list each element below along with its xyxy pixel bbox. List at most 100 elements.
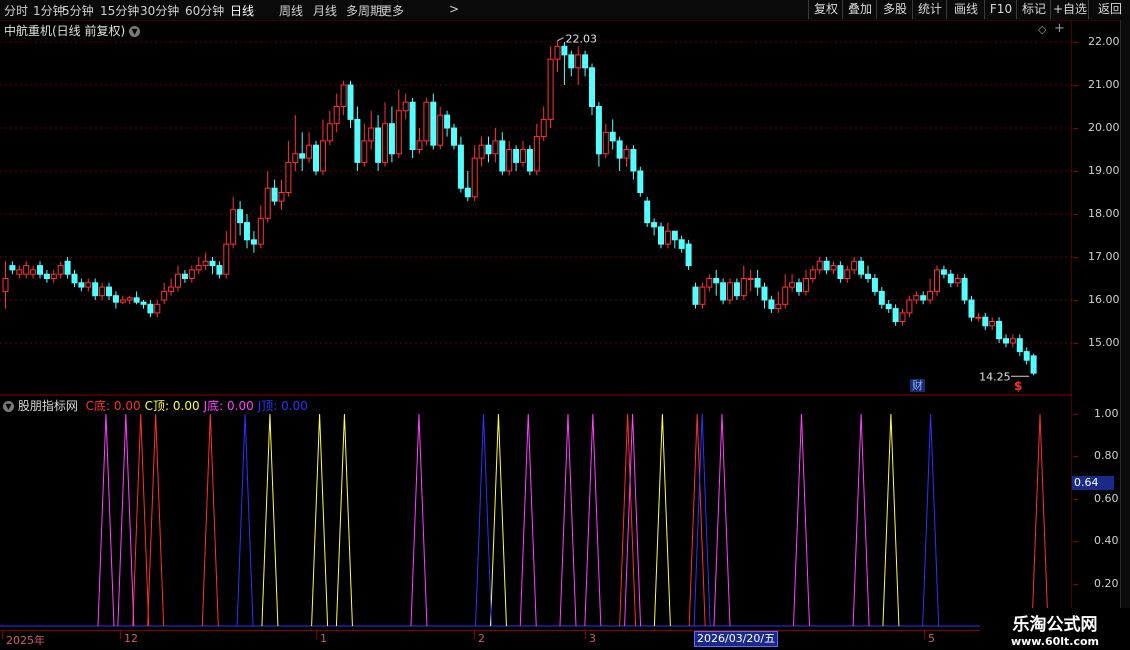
period-tab-6[interactable]: 日线 <box>230 2 254 19</box>
candle <box>223 231 230 279</box>
candle <box>740 265 747 300</box>
candle <box>575 46 582 85</box>
candle <box>119 295 126 305</box>
time-axis: 2025年 12 1 2 3 5 2026/03/20/五 <box>0 630 1130 650</box>
toolbar-button-3[interactable]: 统计 <box>912 0 947 19</box>
candle <box>706 274 713 292</box>
price-tick <box>1073 257 1078 258</box>
candle <box>106 282 112 300</box>
candle <box>816 257 823 275</box>
indicator-spike <box>236 413 254 627</box>
candle <box>796 278 802 296</box>
price-tick-label: 16.00 <box>1088 293 1120 306</box>
period-tab-3[interactable]: 15分钟 <box>100 2 139 19</box>
candle <box>713 269 720 296</box>
candle <box>1009 334 1016 348</box>
period-tab-1[interactable]: 1分钟 <box>33 2 65 19</box>
candle <box>85 278 92 292</box>
candle <box>837 261 844 283</box>
candle <box>699 282 706 309</box>
candle <box>968 295 975 322</box>
candle <box>250 231 257 253</box>
candle <box>637 166 644 197</box>
candle <box>540 106 547 141</box>
candle <box>78 278 85 292</box>
toolbar-button-8[interactable]: 返回 <box>1088 0 1130 19</box>
candle <box>975 312 982 322</box>
dollar-marker[interactable]: $ <box>1014 379 1022 393</box>
period-tab-9[interactable]: 多周期 <box>346 2 382 19</box>
candle <box>92 278 99 300</box>
time-label-1: 12 <box>124 632 138 645</box>
toolbar-button-7[interactable]: +自选 <box>1050 0 1089 19</box>
candle <box>609 119 616 150</box>
price-tick <box>1073 171 1078 172</box>
candle <box>961 274 968 305</box>
indicator-spike <box>132 413 150 627</box>
candle <box>789 274 796 292</box>
candle <box>906 295 913 318</box>
candle <box>499 132 506 176</box>
time-axis-line <box>0 630 980 631</box>
candle <box>99 282 106 300</box>
indicator-tick <box>1073 583 1078 585</box>
period-tab-8[interactable]: 月线 <box>313 2 337 19</box>
indicator-spike <box>117 413 135 627</box>
axis-scrollbar[interactable] <box>1120 396 1130 608</box>
axis-scrollbar[interactable] <box>1120 20 1130 396</box>
price-tick-label: 17.00 <box>1088 250 1120 263</box>
period-tab-0[interactable]: 分时 <box>4 2 28 19</box>
candle <box>9 261 16 275</box>
finance-marker[interactable]: 财 <box>910 379 925 392</box>
candle <box>940 265 947 279</box>
toolbar-button-5[interactable]: F10 <box>984 0 1017 19</box>
candle <box>423 97 430 146</box>
toolbar-button-1[interactable]: 叠加 <box>842 0 877 19</box>
candle <box>368 110 375 150</box>
toolbar-button-4[interactable]: 画线 <box>946 0 985 19</box>
candle <box>878 287 885 309</box>
candle <box>885 300 892 313</box>
toolbar-button-6[interactable]: 标记 <box>1016 0 1051 19</box>
candle <box>920 291 927 305</box>
period-tab-2[interactable]: 5分钟 <box>62 2 94 19</box>
candle <box>161 282 168 305</box>
price-tick <box>1073 300 1078 301</box>
period-tab-4[interactable]: 30分钟 <box>140 2 179 19</box>
period-tab-7[interactable]: 周线 <box>279 2 303 19</box>
high-pointer <box>557 37 564 42</box>
price-tick <box>1073 128 1078 129</box>
candle <box>471 145 478 202</box>
indicator-chart[interactable] <box>0 396 1072 630</box>
toolbar-button-2[interactable]: 多股 <box>876 0 913 19</box>
candle <box>513 145 520 171</box>
candlestick-chart[interactable]: 22.03 14.25 <box>0 20 1072 396</box>
indicator-spike <box>475 413 493 627</box>
chevron-right-icon[interactable]: > <box>449 2 459 16</box>
watermark-url: www.60lt.com <box>1010 635 1100 648</box>
candle <box>754 269 761 296</box>
candle <box>306 132 313 163</box>
period-tab-10[interactable]: 更多 <box>380 2 404 19</box>
price-tick-label: 20.00 <box>1088 121 1120 134</box>
candle <box>768 295 775 313</box>
candle <box>230 196 237 249</box>
toolbar-button-0[interactable]: 复权 <box>808 0 843 19</box>
candle <box>188 265 195 283</box>
candle <box>278 179 285 210</box>
candle <box>692 282 699 309</box>
period-tab-5[interactable]: 60分钟 <box>185 2 224 19</box>
candle <box>775 291 782 313</box>
candle <box>50 269 57 283</box>
candle <box>409 97 416 159</box>
indicator-tick-label: 1.00 <box>1094 407 1119 420</box>
time-label-2: 1 <box>320 632 327 645</box>
candle <box>57 261 64 279</box>
candle <box>761 282 768 309</box>
candle <box>913 291 920 305</box>
candle <box>257 205 264 249</box>
price-tick-label: 18.00 <box>1088 207 1120 220</box>
indicator-spike <box>201 413 219 627</box>
candle <box>43 269 50 283</box>
candle <box>347 80 354 128</box>
